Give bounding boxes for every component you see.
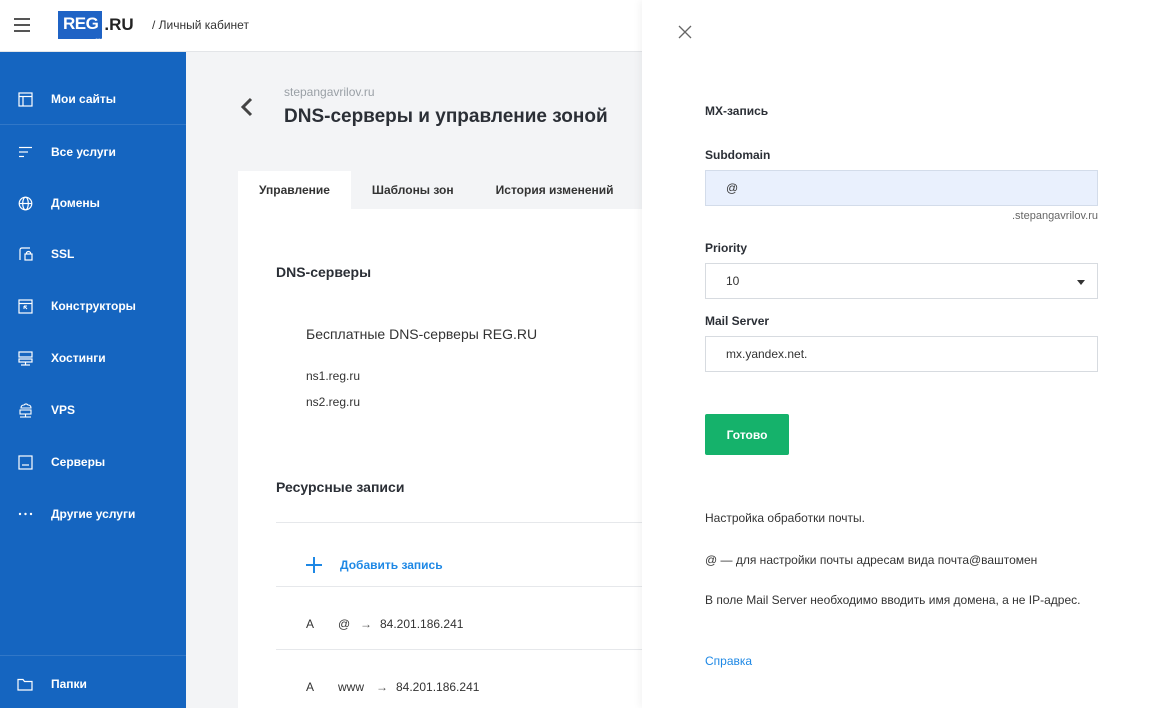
sidebar-item-other-services[interactable]: Другие услуги	[0, 488, 186, 540]
ns-record: ns2.reg.ru	[306, 395, 361, 409]
mail-server-input[interactable]: mx.yandex.net.	[705, 336, 1098, 372]
record-arrow: →	[360, 617, 372, 631]
sidebar-item-ssl[interactable]: SSL	[0, 228, 186, 280]
back-chevron-icon[interactable]	[240, 97, 254, 117]
record-host: www	[338, 680, 364, 694]
dns-card: DNS-серверы Бесплатные DNS-серверы REG.R…	[238, 209, 642, 708]
domain-name: stepangavrilov.ru	[284, 85, 375, 99]
record-arrow: →	[376, 680, 388, 694]
sidebar-item-label: VPS	[51, 403, 76, 417]
record-host: @	[338, 617, 351, 631]
sidebar-item-all-services[interactable]: Все услуги	[0, 126, 186, 178]
priority-select[interactable]: 10	[705, 263, 1098, 299]
vps-icon	[17, 402, 33, 418]
hamburger-menu-icon[interactable]	[14, 18, 30, 32]
divider	[276, 649, 642, 650]
more-icon	[17, 506, 33, 522]
plus-icon	[306, 557, 322, 573]
sidebar-item-domains[interactable]: Домены	[0, 177, 186, 229]
add-record-button[interactable]: Добавить запись	[306, 557, 443, 573]
sidebar-item-folders[interactable]: Папки	[0, 658, 186, 708]
breadcrumb[interactable]: / Личный кабинет	[152, 18, 249, 32]
logo-main: REG	[58, 11, 103, 39]
tab-zone-templates[interactable]: Шаблоны зон	[351, 171, 475, 209]
table-row[interactable]: A @ → 84.201.186.241	[306, 617, 463, 631]
sidebar-item-my-sites[interactable]: Мои сайты	[0, 73, 186, 125]
sidebar-item-label: Серверы	[51, 455, 106, 469]
mail-server-label: Mail Server	[705, 314, 770, 328]
table-row[interactable]: A www → 84.201.186.241	[306, 680, 479, 694]
record-value: 84.201.186.241	[380, 617, 464, 631]
record-type: A	[306, 617, 315, 631]
priority-value: 10	[726, 274, 740, 288]
priority-label: Priority	[705, 241, 748, 255]
server-icon	[17, 454, 33, 470]
logo-ru: .RU	[104, 15, 134, 34]
sidebar-item-label: Все услуги	[51, 145, 116, 159]
sidebar-item-label: Домены	[51, 196, 100, 210]
tab-history[interactable]: История изменений	[475, 171, 635, 209]
help-text: @ — для настройки почты адресам вида поч…	[705, 553, 1038, 567]
sites-icon	[17, 91, 33, 107]
dns-type-text: Бесплатные DNS-серверы REG.RU	[306, 326, 538, 342]
help-text: В поле Mail Server необходимо вводить им…	[705, 593, 1081, 607]
resource-records-heading: Ресурсные записи	[276, 479, 405, 495]
tab-management[interactable]: Управление	[238, 171, 351, 209]
main-content: stepangavrilov.ru DNS-серверы и управлен…	[186, 52, 642, 708]
sidebar-item-label: Хостинги	[51, 351, 106, 365]
close-icon[interactable]	[677, 24, 693, 40]
help-link[interactable]: Справка	[705, 654, 752, 668]
subdomain-label: Subdomain	[705, 148, 771, 162]
reg-ru-logo[interactable]: REG .RU ДЛЯ БИЗНЕСА	[58, 10, 134, 42]
logo-subtitle: ДЛЯ БИЗНЕСА	[95, 37, 126, 42]
sidebar-item-servers[interactable]: Серверы	[0, 436, 186, 488]
page-title: DNS-серверы и управление зоной	[284, 106, 608, 127]
panel-title: MX-запись	[705, 104, 769, 118]
ssl-lock-icon	[17, 246, 33, 262]
constructor-icon	[17, 298, 33, 314]
divider	[276, 586, 642, 587]
sidebar-item-vps[interactable]: VPS	[0, 384, 186, 436]
help-text: Настройка обработки почты.	[705, 511, 865, 525]
sidebar-item-hosting[interactable]: Хостинги	[0, 332, 186, 384]
subdomain-suffix: .stepangavrilov.ru	[1011, 210, 1098, 222]
divider	[276, 522, 642, 523]
caret-down-icon	[1077, 280, 1085, 285]
ns-record: ns1.reg.ru	[306, 369, 361, 383]
record-value: 84.201.186.241	[396, 680, 480, 694]
list-icon	[17, 144, 33, 160]
submit-button[interactable]: Готово	[705, 414, 789, 455]
divider	[0, 655, 186, 656]
sidebar: Мои сайты Все услуги Домены SSL Конструк…	[0, 52, 186, 708]
mx-record-panel: MX-запись Subdomain @ .stepangavrilov.ru…	[642, 0, 1160, 708]
sidebar-item-label: Мои сайты	[51, 92, 117, 106]
record-type: A	[306, 680, 315, 694]
dns-servers-heading: DNS-серверы	[276, 264, 372, 280]
divider	[0, 124, 186, 125]
sidebar-item-constructors[interactable]: Конструкторы	[0, 280, 186, 332]
subdomain-input[interactable]: @	[705, 170, 1098, 206]
sidebar-item-label: Другие услуги	[51, 507, 136, 521]
globe-icon	[17, 195, 33, 211]
add-record-label: Добавить запись	[340, 558, 443, 572]
sidebar-item-label: Папки	[51, 677, 87, 691]
mail-server-value: mx.yandex.net.	[726, 347, 808, 361]
tab-bar: Управление Шаблоны зон История изменений	[238, 171, 635, 209]
subdomain-value: @	[726, 181, 739, 195]
sidebar-item-label: SSL	[51, 247, 75, 261]
hosting-icon	[17, 350, 33, 366]
folder-icon	[17, 676, 33, 692]
sidebar-item-label: Конструкторы	[51, 299, 136, 313]
